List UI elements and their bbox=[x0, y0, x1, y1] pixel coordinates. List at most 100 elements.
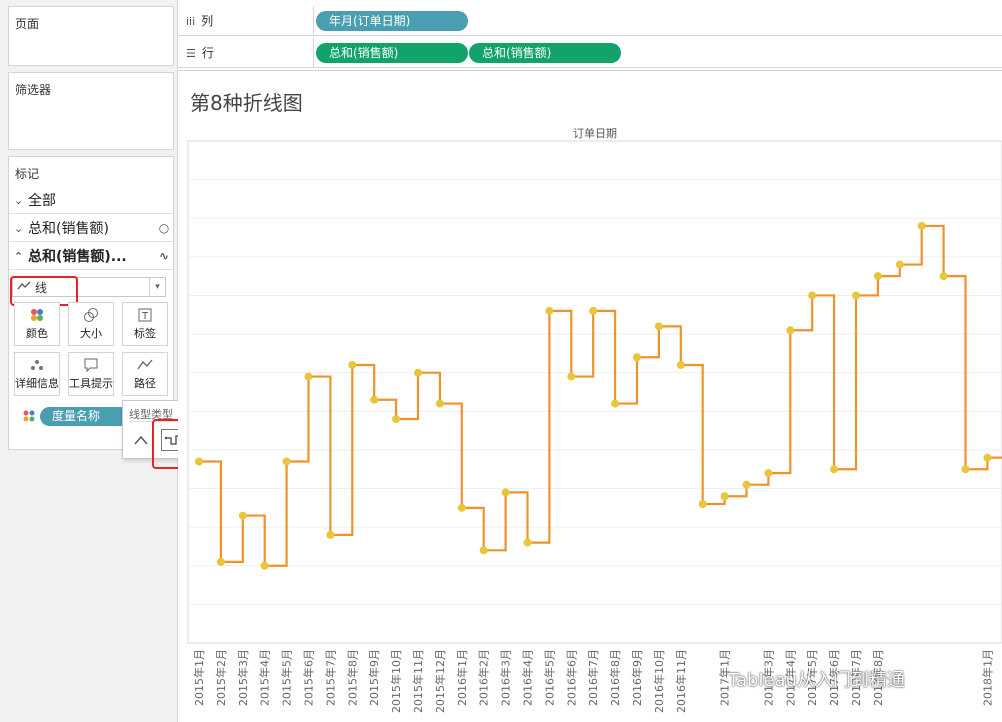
x-tick-label: 2016年4月 bbox=[521, 649, 535, 706]
size-button[interactable]: 大小 bbox=[68, 302, 114, 346]
data-point bbox=[523, 538, 532, 547]
path-icon bbox=[137, 357, 153, 375]
data-point bbox=[304, 372, 313, 381]
color-icon bbox=[29, 307, 45, 325]
size-icon bbox=[83, 307, 99, 325]
dropdown-arrow-icon[interactable]: ▾ bbox=[149, 278, 165, 296]
data-point bbox=[939, 272, 948, 281]
x-tick-label: 2016年8月 bbox=[608, 649, 622, 706]
data-point bbox=[479, 546, 488, 555]
tooltip-label: 工具提示 bbox=[69, 377, 113, 390]
rows-label: 行 bbox=[201, 46, 214, 60]
data-point bbox=[786, 326, 795, 335]
x-tick-label: 2016年11月 bbox=[674, 649, 688, 713]
x-tick-label: 2015年10月 bbox=[389, 649, 403, 713]
data-point bbox=[260, 561, 269, 570]
x-tick-label: 2015年7月 bbox=[323, 649, 337, 706]
pages-title: 页面 bbox=[15, 17, 40, 31]
data-point bbox=[720, 492, 729, 501]
data-point bbox=[348, 360, 357, 369]
data-point bbox=[808, 291, 817, 300]
measure-names-pill[interactable]: 度量名称 bbox=[40, 407, 130, 426]
x-tick-label: 2016年5月 bbox=[542, 649, 556, 706]
data-point bbox=[457, 503, 466, 512]
rows-shelf[interactable]: ☰ 行 总和(销售额) 总和(销售额) bbox=[178, 38, 1002, 68]
color-icon bbox=[22, 409, 36, 423]
pages-card[interactable]: 页面 bbox=[8, 6, 174, 66]
svg-text:T: T bbox=[141, 311, 149, 322]
marks-row-label: 总和(销售额)... bbox=[28, 249, 127, 265]
viz-area[interactable]: 第8种折线图 订单日期 2015年1月 2015年2月 2015年3月 2015年4月… bbox=[178, 70, 1002, 722]
detail-button[interactable]: 详细信息 bbox=[14, 352, 60, 396]
x-tick-label: 2015年9月 bbox=[367, 649, 381, 706]
watermark: Tableau从入门到精通 bbox=[696, 666, 905, 692]
x-tick-label: 2015年1月 bbox=[192, 649, 206, 706]
x-tick-label: 2015年3月 bbox=[236, 649, 250, 706]
size-label: 大小 bbox=[80, 327, 102, 340]
x-tick-label: 2015年11月 bbox=[411, 649, 425, 713]
data-point bbox=[961, 465, 970, 474]
rows-pill-sales-1[interactable]: 总和(销售额) bbox=[316, 43, 468, 63]
detail-label: 详细信息 bbox=[15, 377, 59, 390]
data-point bbox=[895, 260, 904, 269]
data-point bbox=[633, 353, 641, 362]
x-tick-label: 2016年1月 bbox=[455, 649, 469, 706]
data-point bbox=[589, 306, 598, 315]
x-tick-label: 2016年9月 bbox=[630, 649, 644, 706]
x-tick-label: 2016年3月 bbox=[499, 649, 513, 706]
wechat-icon bbox=[697, 670, 721, 688]
data-point bbox=[435, 399, 444, 408]
label-button[interactable]: T 标签 bbox=[122, 302, 168, 346]
rows-icon: ☰ bbox=[186, 47, 196, 60]
filters-title: 筛选器 bbox=[15, 83, 52, 97]
x-tick-label: 2018年1月 bbox=[980, 649, 994, 706]
data-point bbox=[742, 480, 751, 489]
plot-frame bbox=[187, 140, 1002, 644]
data-point bbox=[873, 272, 882, 281]
rows-pill-sales-2[interactable]: 总和(销售额) bbox=[469, 43, 621, 63]
marks-row-label: 全部 bbox=[28, 193, 56, 209]
marks-row-label: 总和(销售额) bbox=[28, 221, 109, 237]
data-point bbox=[567, 372, 576, 381]
columns-pill-order-date[interactable]: 年月(订单日期) bbox=[316, 11, 468, 31]
color-button[interactable]: 颜色 bbox=[14, 302, 60, 346]
marks-row-sales-2[interactable]: ⌃ 总和(销售额)... ∿ bbox=[9, 243, 173, 270]
x-tick-label: 2016年6月 bbox=[564, 649, 578, 706]
x-tick-label: 2016年7月 bbox=[586, 649, 600, 706]
marks-row-sales-1[interactable]: ⌄ 总和(销售额) ○ bbox=[9, 215, 173, 242]
data-point bbox=[545, 306, 554, 315]
line-icon: ∿ bbox=[158, 249, 170, 263]
filters-card[interactable]: 筛选器 bbox=[8, 72, 174, 150]
data-point bbox=[195, 457, 203, 466]
marks-title: 标记 bbox=[15, 167, 40, 181]
circle-icon: ○ bbox=[158, 221, 170, 235]
x-tick-label: 2015年2月 bbox=[214, 649, 228, 706]
side-panel: 页面 筛选器 标记 ⌄ 全部 ⌄ 总和(销售额) ○ ⌃ 总和(销售额)... … bbox=[0, 0, 178, 722]
x-tick-label: 2015年8月 bbox=[345, 649, 359, 706]
x-tick-label: 2016年2月 bbox=[477, 649, 491, 706]
color-label: 颜色 bbox=[26, 327, 48, 340]
step-line-chart[interactable]: 2015年1月 2015年2月 2015年3月 2015年4月 2015年5月 2015年… bbox=[178, 71, 1002, 722]
data-point bbox=[282, 457, 291, 466]
columns-label: 列 bbox=[201, 14, 214, 28]
tooltip-button[interactable]: 工具提示 bbox=[68, 352, 114, 396]
label-label: 标签 bbox=[134, 327, 156, 340]
marks-row-all[interactable]: ⌄ 全部 bbox=[9, 187, 173, 214]
x-tick-label: 2015年12月 bbox=[433, 649, 447, 713]
watermark-text: Tableau从入门到精通 bbox=[728, 670, 905, 691]
data-point bbox=[698, 499, 707, 508]
data-point bbox=[501, 488, 510, 497]
path-button[interactable]: 路径 bbox=[122, 352, 168, 396]
data-point bbox=[852, 291, 860, 300]
columns-shelf[interactable]: iii 列 年月(订单日期) bbox=[178, 6, 1002, 36]
shelf-divider bbox=[313, 38, 314, 68]
data-point bbox=[238, 511, 247, 520]
data-point bbox=[830, 465, 839, 474]
data-point bbox=[216, 557, 225, 566]
columns-icon: iii bbox=[186, 15, 196, 28]
x-tick-label: 2016年10月 bbox=[652, 649, 666, 713]
chevron-icon: ⌄ bbox=[14, 193, 24, 207]
linear-line-option[interactable] bbox=[129, 429, 153, 451]
x-tick-label: 2015年4月 bbox=[258, 649, 272, 706]
data-point bbox=[764, 469, 773, 478]
